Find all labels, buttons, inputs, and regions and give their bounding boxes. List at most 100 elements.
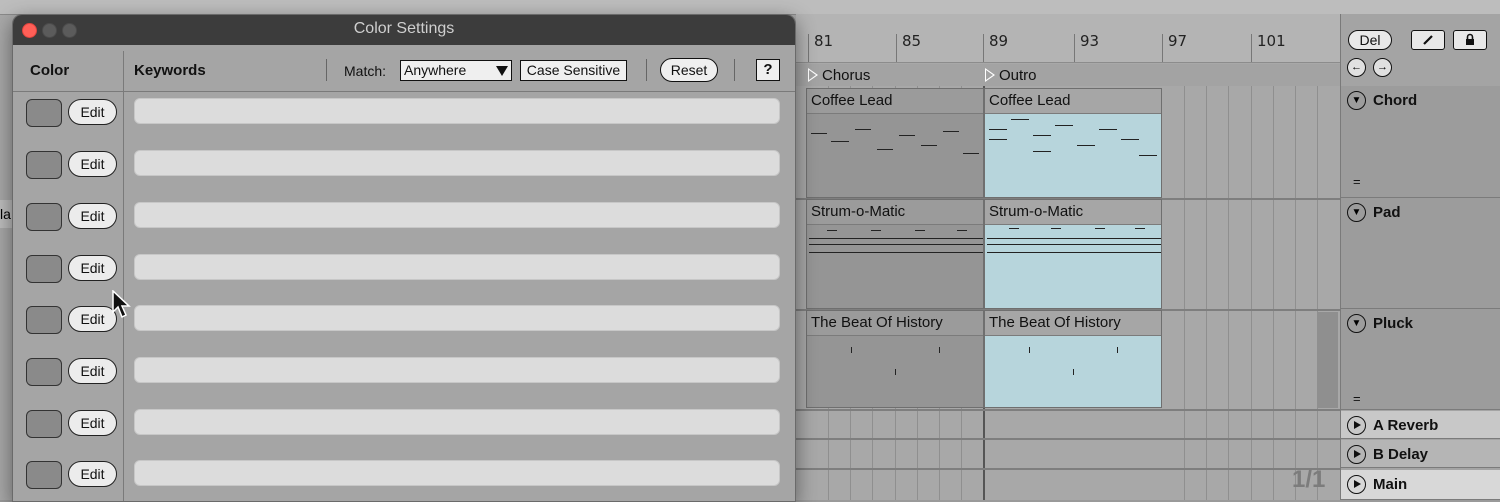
- midi-note: [1073, 369, 1074, 375]
- arrangement-lanes[interactable]: Coffee Lead Coffee Lead Strum-o-Matic St…: [796, 86, 1340, 500]
- pencil-icon: [1423, 35, 1433, 45]
- case-sensitive-toggle[interactable]: Case Sensitive: [520, 60, 627, 81]
- locator-row[interactable]: Chorus Outro: [796, 64, 1340, 86]
- divider: [646, 59, 647, 81]
- midi-note: [963, 153, 979, 154]
- play-icon[interactable]: [1347, 445, 1366, 464]
- color-swatch[interactable]: [26, 203, 62, 231]
- clip-pluck-1[interactable]: The Beat Of History: [806, 310, 984, 408]
- ruler-tick: [983, 34, 984, 62]
- edit-color-button[interactable]: Edit: [68, 99, 117, 125]
- midi-note: [1117, 347, 1118, 353]
- keywords-input[interactable]: [134, 305, 780, 331]
- play-icon[interactable]: [1347, 416, 1366, 435]
- track-name: Pluck: [1373, 315, 1414, 332]
- delete-button[interactable]: Del: [1348, 30, 1392, 50]
- overview-strip[interactable]: [0, 0, 1500, 15]
- track-separator: [796, 409, 1340, 411]
- keywords-input[interactable]: [134, 409, 780, 435]
- return-track-a-reverb[interactable]: A Reverb: [1341, 411, 1500, 439]
- track-separator: [796, 438, 1340, 440]
- edit-color-button[interactable]: Edit: [68, 358, 117, 384]
- color-row: Edit: [13, 448, 795, 500]
- keywords-input[interactable]: [134, 254, 780, 280]
- clip-pad-1[interactable]: Strum-o-Matic: [806, 199, 984, 309]
- help-button[interactable]: ?: [756, 59, 780, 81]
- midi-note: [987, 244, 1161, 245]
- midi-note: [1099, 129, 1117, 130]
- color-swatch[interactable]: [26, 358, 62, 386]
- locator-chorus[interactable]: Chorus: [808, 64, 870, 86]
- chevron-down-icon[interactable]: ▼: [1347, 91, 1366, 110]
- locator-label: Outro: [999, 66, 1037, 84]
- color-swatch[interactable]: [26, 151, 62, 179]
- edit-color-button[interactable]: Edit: [68, 410, 117, 436]
- clip-chord-1[interactable]: Coffee Lead: [806, 88, 984, 198]
- color-row: Edit: [13, 190, 795, 242]
- clip-chord-2[interactable]: Coffee Lead: [984, 88, 1162, 198]
- match-select[interactable]: Anywhere: [400, 60, 512, 81]
- midi-note: [1033, 151, 1051, 152]
- color-row: Edit: [13, 86, 795, 138]
- chevron-down-icon[interactable]: ▼: [1347, 314, 1366, 333]
- main-track[interactable]: Main: [1341, 470, 1500, 500]
- color-row: Edit: [13, 345, 795, 397]
- clip-pad-2[interactable]: Strum-o-Matic: [984, 199, 1162, 309]
- ruler-tick: [1162, 34, 1163, 62]
- midi-note: [1139, 155, 1157, 156]
- edit-color-button[interactable]: Edit: [68, 461, 117, 487]
- midi-note: [943, 131, 959, 132]
- keywords-input[interactable]: [134, 98, 780, 124]
- ruler-tick: [1251, 34, 1252, 62]
- midi-note: [1135, 228, 1145, 229]
- ruler-tick: [1074, 34, 1075, 62]
- color-swatch[interactable]: [26, 410, 62, 438]
- midi-note: [871, 230, 881, 231]
- ruler-label: 97: [1168, 32, 1188, 50]
- locator-flag-icon: [985, 68, 995, 82]
- color-swatch[interactable]: [26, 255, 62, 283]
- track-resize-handle[interactable]: =: [1353, 174, 1361, 189]
- lock-icon: [1466, 33, 1474, 45]
- keywords-input[interactable]: [134, 460, 780, 486]
- return-track-b-delay[interactable]: B Delay: [1341, 440, 1500, 468]
- edit-color-button[interactable]: Edit: [68, 151, 117, 177]
- midi-note: [831, 141, 849, 142]
- midi-note: [1077, 145, 1095, 146]
- midi-note: [987, 238, 1161, 239]
- play-icon[interactable]: [1347, 475, 1366, 494]
- midi-note: [915, 230, 925, 231]
- track-header-pad[interactable]: ▼ Pad: [1341, 198, 1500, 309]
- keywords-input[interactable]: [134, 150, 780, 176]
- reset-button[interactable]: Reset: [660, 58, 718, 82]
- locator-outro[interactable]: Outro: [985, 64, 1037, 86]
- chevron-down-icon[interactable]: ▼: [1347, 203, 1366, 222]
- midi-note: [811, 133, 827, 134]
- edit-color-button[interactable]: Edit: [68, 255, 117, 281]
- ruler-label: 101: [1257, 32, 1286, 50]
- color-row: Edit: [13, 242, 795, 294]
- edit-color-button[interactable]: Edit: [68, 203, 117, 229]
- track-resize-handle[interactable]: =: [1353, 391, 1361, 406]
- keywords-input[interactable]: [134, 357, 780, 383]
- midi-note: [921, 145, 937, 146]
- color-row: Edit: [13, 397, 795, 449]
- track-name: Pad: [1373, 204, 1401, 221]
- keywords-input[interactable]: [134, 202, 780, 228]
- arrow-left-icon[interactable]: ←: [1347, 58, 1366, 77]
- track-header-pluck[interactable]: ▼ Pluck =: [1341, 309, 1500, 410]
- keywords-column-header: Keywords: [134, 62, 206, 79]
- color-swatch[interactable]: [26, 306, 62, 334]
- track-header-chord[interactable]: ▼ Chord =: [1341, 86, 1500, 198]
- clip-pluck-2[interactable]: The Beat Of History: [984, 310, 1162, 408]
- clip-slot[interactable]: [1318, 312, 1338, 408]
- clip-title: Coffee Lead: [985, 89, 1161, 114]
- draw-mode-button[interactable]: [1411, 30, 1445, 50]
- color-swatch[interactable]: [26, 461, 62, 489]
- dialog-titlebar[interactable]: Color Settings: [13, 15, 795, 46]
- lock-button[interactable]: [1453, 30, 1487, 50]
- edit-color-button[interactable]: Edit: [68, 306, 117, 332]
- beat-ruler[interactable]: 81 85 89 93 97 101: [796, 14, 1340, 63]
- arrow-right-icon[interactable]: →: [1373, 58, 1392, 77]
- color-swatch[interactable]: [26, 99, 62, 127]
